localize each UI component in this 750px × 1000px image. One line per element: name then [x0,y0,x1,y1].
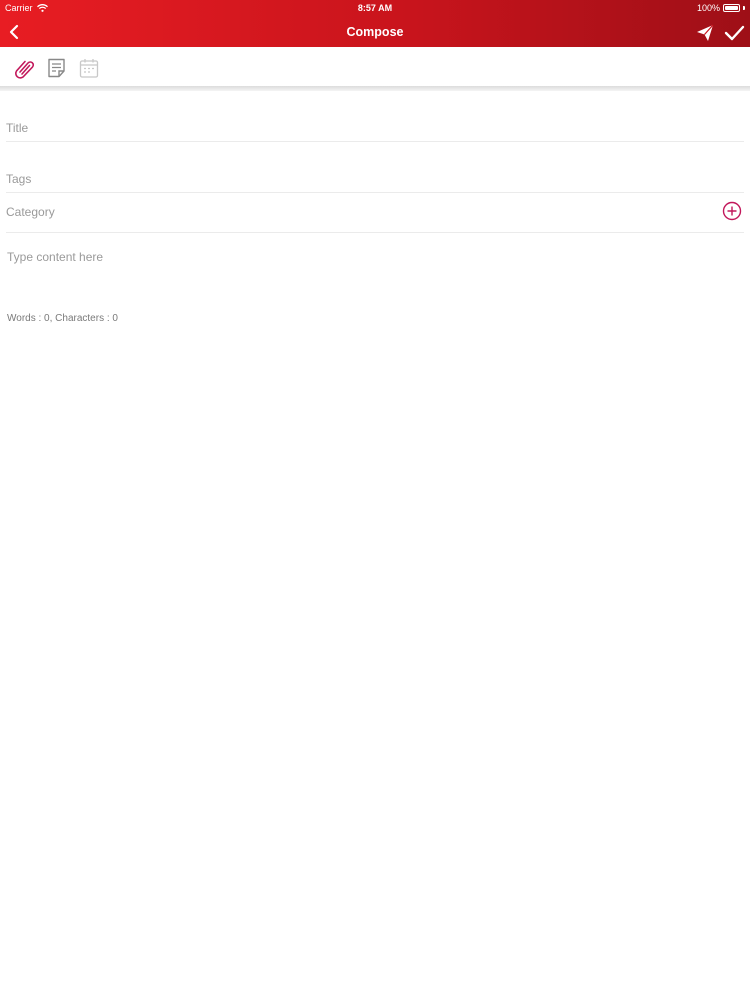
plus-circle-icon [722,201,742,221]
content-input[interactable]: Type content here [7,250,103,264]
status-bar: Carrier 8:57 AM 100% [0,0,750,16]
toolbar-shadow [0,86,750,91]
content-editor[interactable]: Type content here [0,240,750,300]
note-button[interactable] [46,57,68,79]
battery-percent: 100% [696,3,720,13]
battery: 100% [697,3,745,13]
paperclip-icon [15,60,35,79]
header: Carrier 8:57 AM 100% Compose [0,0,750,47]
calendar-icon [79,59,99,78]
title-field[interactable]: Title [0,110,750,142]
tags-divider [6,192,744,193]
category-selector[interactable]: Category [6,205,55,219]
note-icon [48,58,65,78]
battery-icon [723,4,740,12]
tags-input[interactable]: Tags [6,172,31,186]
title-divider [6,141,744,142]
checkmark-icon [724,25,745,41]
attachment-button[interactable] [13,57,35,79]
toolbar [0,47,750,86]
nav-bar: Compose [0,16,750,47]
send-button[interactable] [695,23,715,43]
add-category-button[interactable] [722,201,742,221]
paper-plane-icon [697,24,714,41]
title-input[interactable]: Title [6,121,28,135]
battery-tip [743,6,745,10]
done-button[interactable] [723,22,745,44]
page-title: Compose [346,25,404,39]
tags-field[interactable]: Tags [0,160,750,192]
category-field[interactable]: Category [0,194,750,232]
category-divider [6,232,744,233]
calendar-button[interactable] [78,57,100,79]
word-count: Words : 0, Characters : 0 [7,313,118,324]
clock: 8:57 AM [357,3,393,13]
